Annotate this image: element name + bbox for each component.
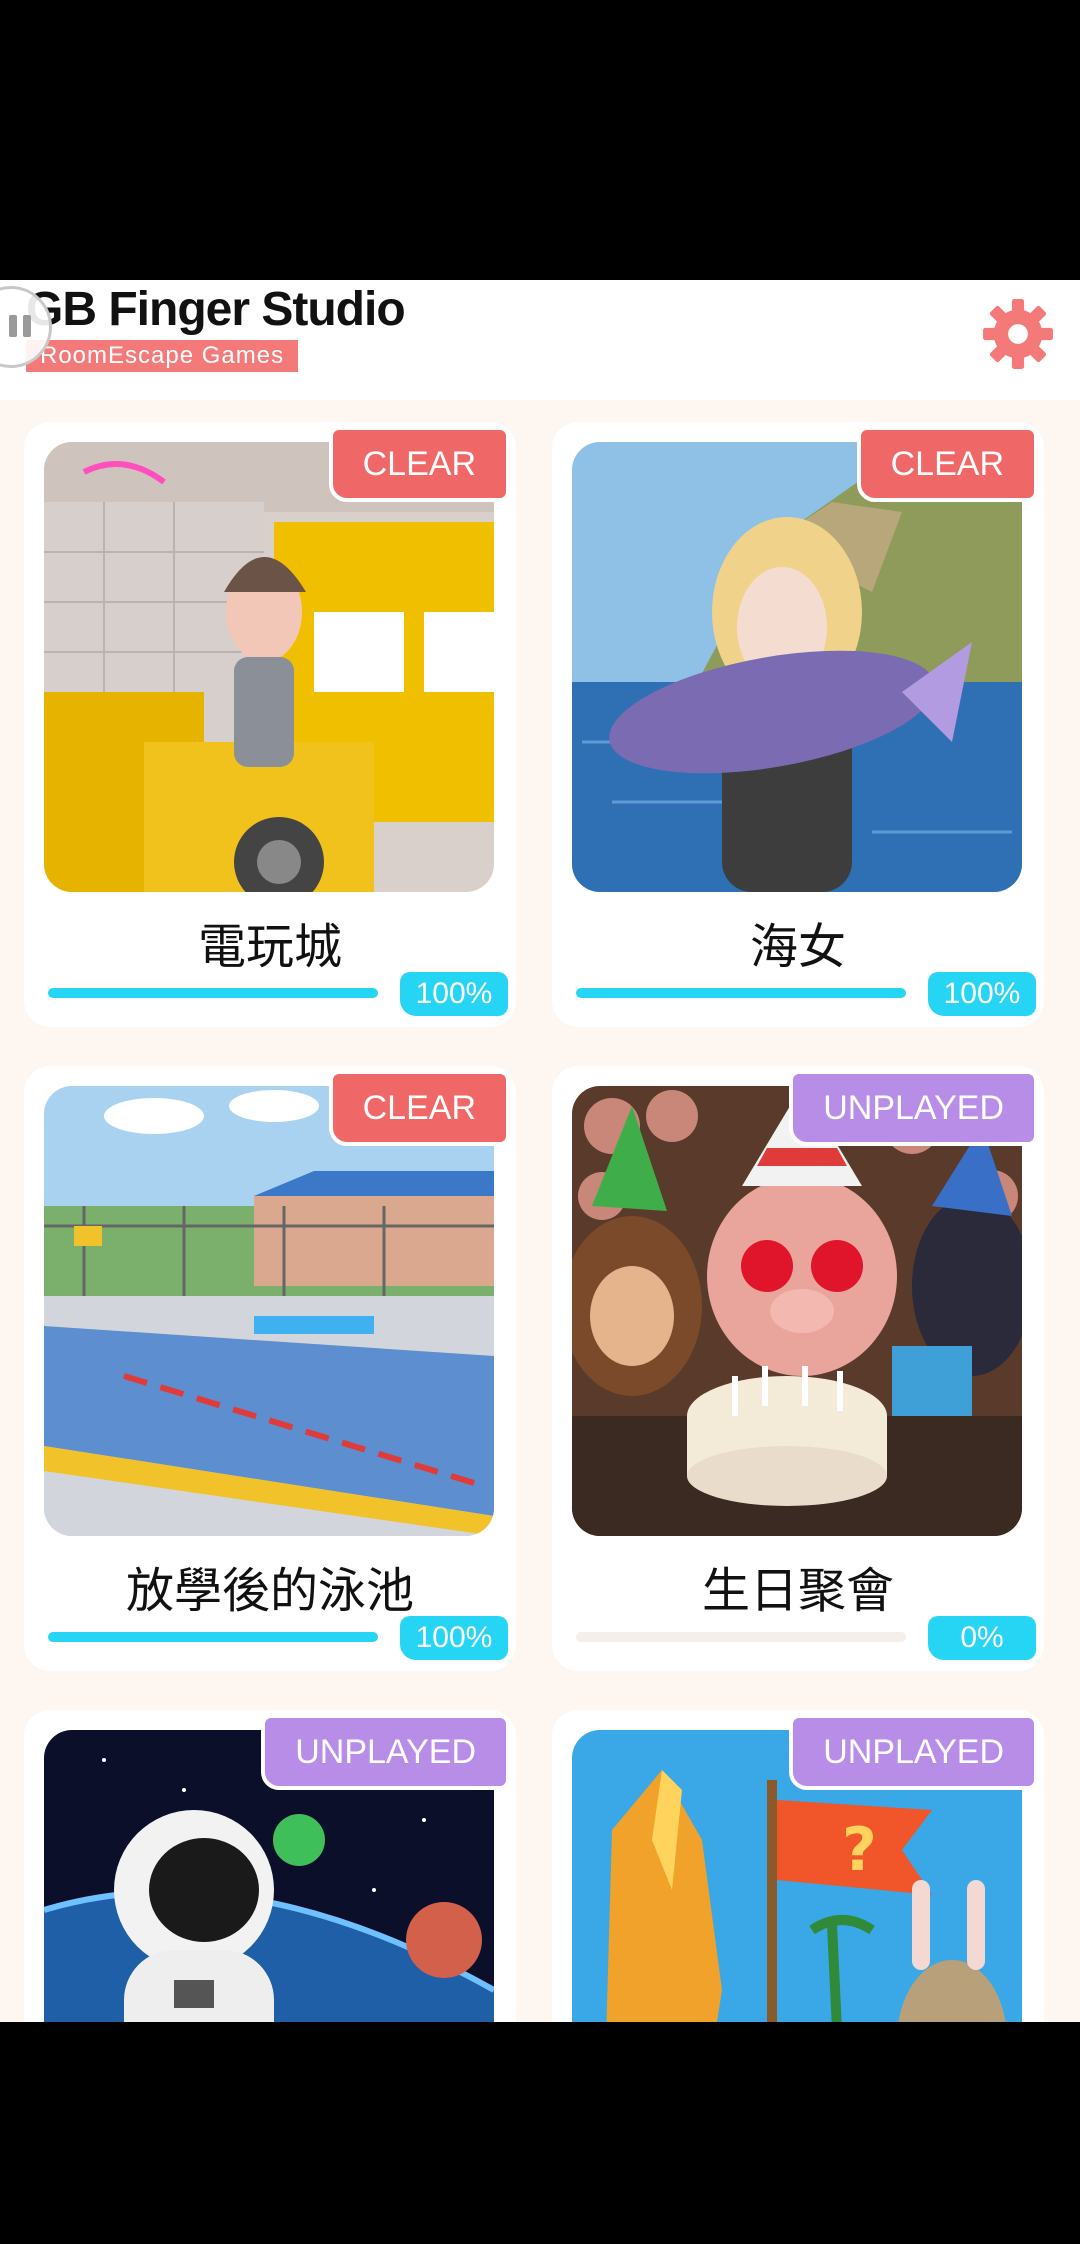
navigation-bar-area (0, 2022, 1080, 2244)
progress-percent: 100% (928, 972, 1036, 1016)
game-thumbnail-pool (44, 1086, 494, 1536)
game-thumbnail-diver (572, 442, 1022, 892)
app-header: GB Finger Studio RoomEscape Games (0, 280, 1080, 400)
progress-track (48, 1632, 378, 1642)
game-title: 電玩城 (197, 919, 342, 975)
brand-title: GB Finger Studio (26, 283, 406, 336)
status-badge: UNPLAYED (789, 1714, 1038, 1790)
status-badge: CLEAR (328, 1070, 510, 1146)
status-badge: UNPLAYED (261, 1714, 510, 1790)
game-card-pool[interactable]: CLEAR 放學後的泳池 100% (24, 1066, 516, 1671)
progress-track (48, 988, 378, 998)
status-bar-area (0, 0, 1080, 280)
game-card-arcade[interactable]: CLEAR 電玩城 100% (24, 422, 516, 1027)
status-badge: CLEAR (856, 426, 1038, 502)
game-thumbnail-birthday (572, 1086, 1022, 1536)
game-card-space[interactable]: UNPLAYED (24, 1710, 516, 2022)
game-thumbnail-arcade (44, 442, 494, 892)
progress-fill (48, 988, 378, 998)
game-card-birthday[interactable]: UNPLAYED 生日聚會 0% (552, 1066, 1044, 1671)
game-list-screen: GB Finger Studio RoomEscape Games CLEAR … (0, 280, 1080, 2022)
brand-subtitle: RoomEscape Games (26, 340, 299, 372)
progress-fill (48, 1632, 378, 1642)
progress-track (576, 1632, 906, 1642)
progress-percent: 100% (400, 972, 508, 1016)
progress-fill (576, 988, 906, 998)
status-badge: CLEAR (328, 426, 510, 502)
game-title: 海女 (749, 919, 846, 975)
game-card-diver[interactable]: CLEAR 海女 100% (552, 422, 1044, 1027)
svg-text:?: ? (842, 1815, 877, 1885)
game-title: 生日聚會 (701, 1563, 894, 1619)
progress-track (576, 988, 906, 998)
game-card-island[interactable]: ? UNPLAYED (552, 1710, 1044, 2022)
game-title: 放學後的泳池 (125, 1563, 414, 1619)
progress-percent: 100% (400, 1616, 508, 1660)
status-badge: UNPLAYED (789, 1070, 1038, 1146)
settings-gear-icon[interactable] (980, 296, 1056, 372)
progress-percent: 0% (928, 1616, 1036, 1660)
